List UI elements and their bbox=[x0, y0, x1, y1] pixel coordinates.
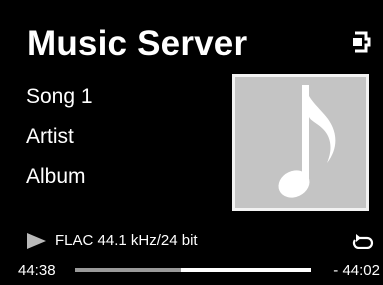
artist-name: Artist bbox=[26, 125, 74, 148]
page-title: Music Server bbox=[27, 24, 248, 63]
elapsed-time: 44:38 bbox=[18, 262, 56, 279]
music-note-icon bbox=[278, 85, 336, 198]
repeat-icon[interactable] bbox=[352, 233, 374, 249]
play-icon[interactable] bbox=[27, 233, 46, 249]
audio-format: FLAC 44.1 kHz/24 bit bbox=[55, 232, 198, 249]
song-title: Song 1 bbox=[26, 85, 93, 108]
progress-bar[interactable] bbox=[75, 268, 311, 272]
album-name: Album bbox=[26, 165, 86, 188]
remaining-time: - 44:02 bbox=[333, 262, 380, 279]
input-source-icon[interactable] bbox=[352, 29, 372, 55]
album-artwork bbox=[232, 74, 369, 211]
progress-played bbox=[75, 268, 182, 272]
